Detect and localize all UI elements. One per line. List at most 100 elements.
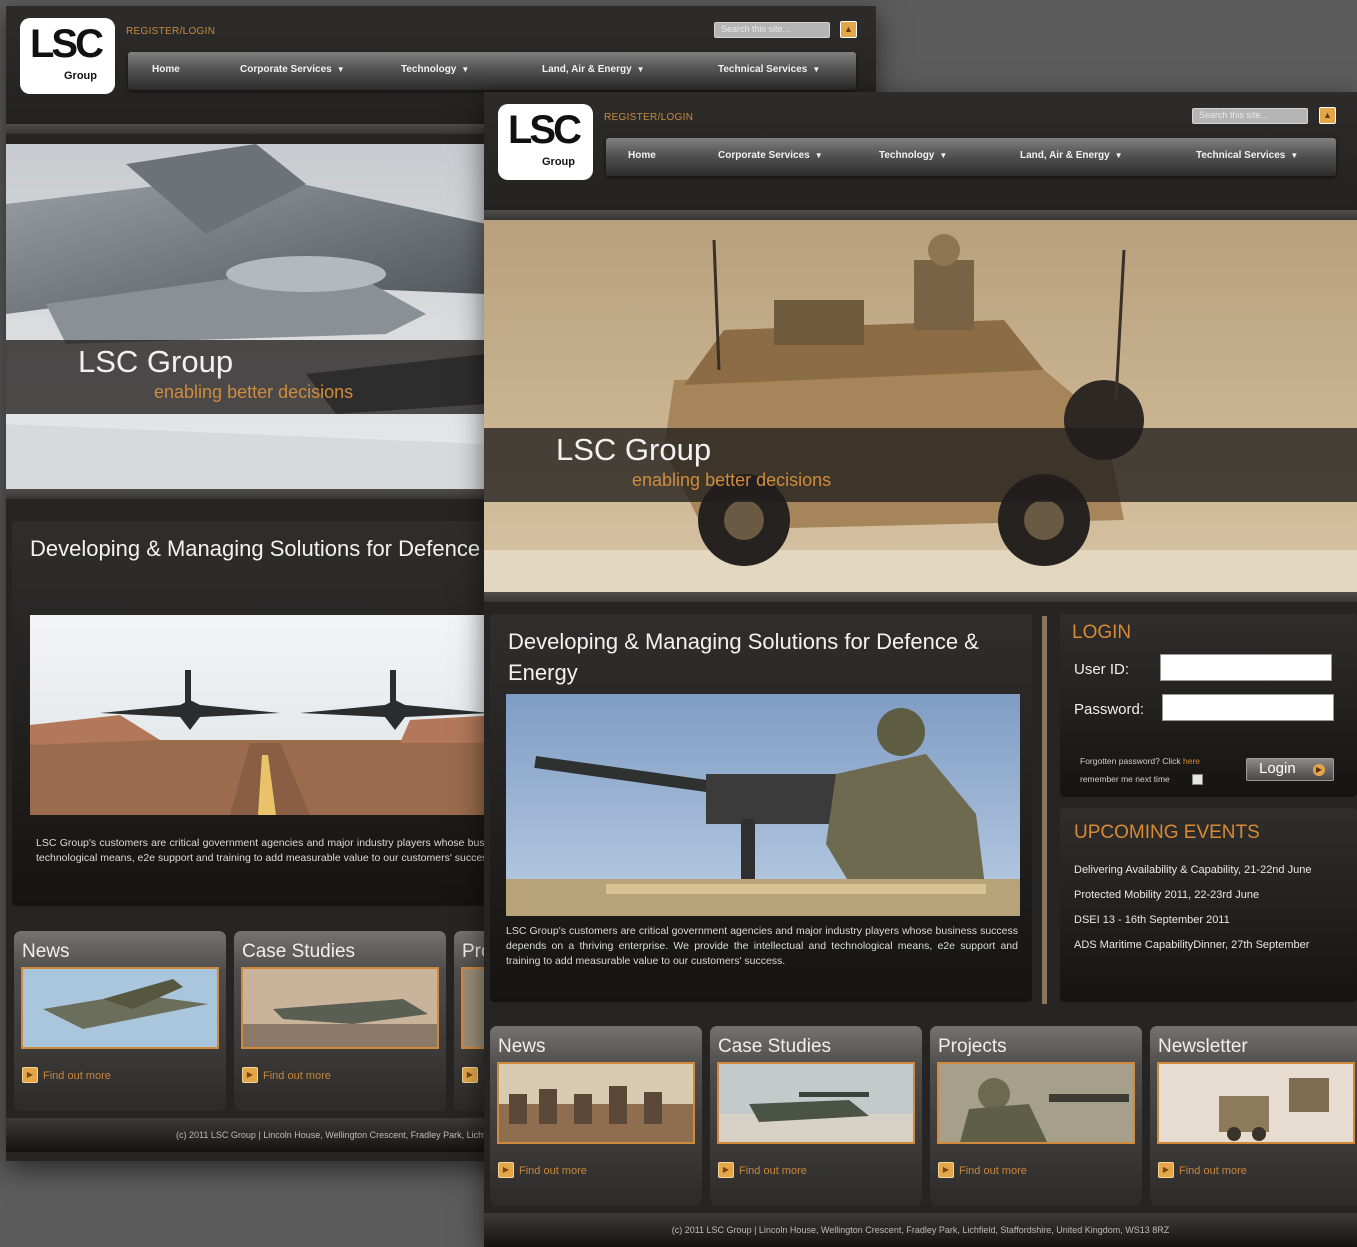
logo-text: LSC <box>30 22 104 66</box>
remember-me-checkbox[interactable] <box>1192 774 1203 785</box>
card-title: Newsletter <box>1158 1036 1248 1057</box>
card-case-studies[interactable]: Case Studies ▶ Find out more <box>710 1026 922 1206</box>
card-case-studies[interactable]: Case Studies ▶ Find out more <box>234 931 446 1111</box>
nav-land-air-energy[interactable]: Land, Air & Energy ▼ <box>1020 150 1123 161</box>
card-title: News <box>22 941 70 962</box>
footer-text: (c) 2011 LSC Group | Lincoln House, Well… <box>671 1225 1170 1235</box>
arrow-icon: ▶ <box>498 1162 514 1178</box>
hero-banner: LSC Group enabling better decisions <box>484 220 1357 592</box>
find-out-more-link[interactable]: Find out more <box>519 1165 587 1177</box>
event-item[interactable]: DSEI 13 - 16th September 2011 <box>1074 914 1230 926</box>
divider <box>484 210 1357 220</box>
nav-land-air-label: Land, Air & Energy <box>542 64 632 75</box>
search-input[interactable]: Search this site... <box>1192 108 1308 124</box>
nav-technology[interactable]: Technology ▼ <box>879 150 947 161</box>
search-icon[interactable]: ▲ <box>840 21 857 38</box>
hero-tagline: enabling better decisions <box>154 382 354 402</box>
find-out-more-link[interactable]: Find out more <box>739 1165 807 1177</box>
nav-technical-services[interactable]: Technical Services ▼ <box>1196 150 1298 161</box>
lsc-logo[interactable]: LSC Group <box>498 104 593 180</box>
card-title: Projects <box>938 1036 1007 1057</box>
site-header: LSC Group REGISTER/LOGIN Search this sit… <box>484 92 1357 210</box>
login-panel: LOGIN User ID: Password: Forgotten passw… <box>1060 614 1357 797</box>
card-image <box>21 967 219 1049</box>
nav-land-air-energy[interactable]: Land, Air & Energy ▼ <box>542 64 645 75</box>
intro-soldier-image <box>506 694 1020 916</box>
nav-corporate-label: Corporate Services <box>718 150 810 161</box>
arrow-icon: ▶ <box>1158 1162 1174 1178</box>
find-out-more-link[interactable]: Find out more <box>43 1070 111 1082</box>
events-title: UPCOMING EVENTS <box>1074 822 1260 843</box>
nav-land-air-label: Land, Air & Energy <box>1020 150 1110 161</box>
hero-title: LSC Group <box>556 432 712 467</box>
arrow-icon: ▶ <box>718 1162 734 1178</box>
chevron-down-icon: ▼ <box>636 65 645 74</box>
hero-vehicle-image <box>484 220 1357 592</box>
card-newsletter[interactable]: Newsletter ▶ Find out more <box>1150 1026 1357 1206</box>
event-item[interactable]: Protected Mobility 2011, 22-23rd June <box>1074 889 1259 901</box>
card-projects[interactable]: Projects ▶ Find out more <box>930 1026 1142 1206</box>
arrow-icon: ▶ <box>462 1067 478 1083</box>
forgotten-password-text: Forgotten password? Click here <box>1080 756 1200 766</box>
nav-home-label: Home <box>152 64 180 75</box>
register-login-link[interactable]: REGISTER/LOGIN <box>604 112 693 123</box>
card-image <box>717 1062 915 1144</box>
arrow-icon: ▶ <box>22 1067 38 1083</box>
chevron-down-icon: ▼ <box>1114 151 1123 160</box>
forgotten-here-link[interactable]: here <box>1183 756 1200 766</box>
login-button[interactable]: Login ▶ <box>1246 758 1334 781</box>
nav-corporate-label: Corporate Services <box>240 64 332 75</box>
hero-title: LSC Group <box>78 344 234 379</box>
card-image <box>241 967 439 1049</box>
card-title: Case Studies <box>718 1036 832 1057</box>
card-title: Case Studies <box>242 941 356 962</box>
main-nav: Home Corporate Services ▼ Technology ▼ Lan… <box>128 52 856 90</box>
logo-subtext: Group <box>542 156 575 168</box>
find-out-more-link[interactable]: Find out more <box>1179 1165 1247 1177</box>
nav-corporate-services[interactable]: Corporate Services ▼ <box>718 150 823 161</box>
arrow-icon: ▶ <box>938 1162 954 1178</box>
search-icon[interactable]: ▲ <box>1319 107 1336 124</box>
event-item[interactable]: Delivering Availability & Capability, 21… <box>1074 864 1311 876</box>
find-out-more-link[interactable]: Find out more <box>959 1165 1027 1177</box>
go-arrow-icon: ▶ <box>1313 764 1325 776</box>
intro-text: LSC Group's customers are critical gover… <box>506 925 1018 967</box>
intro-panel: Developing & Managing Solutions for Defe… <box>490 614 1032 1002</box>
hero-tagline: enabling better decisions <box>632 470 832 490</box>
nav-home-label: Home <box>628 150 656 161</box>
user-id-input[interactable] <box>1160 654 1332 681</box>
nav-technical-label: Technical Services <box>718 64 808 75</box>
arrow-icon: ▶ <box>242 1067 258 1083</box>
logo-subtext: Group <box>64 70 97 82</box>
search-input[interactable]: Search this site... <box>714 22 830 38</box>
front-page-screenshot: LSC Group REGISTER/LOGIN Search this sit… <box>484 92 1357 1247</box>
forgotten-label: Forgotten password? Click <box>1080 756 1181 766</box>
chevron-down-icon: ▼ <box>939 151 948 160</box>
card-image <box>1157 1062 1355 1144</box>
remember-me-label: remember me next time <box>1080 774 1170 784</box>
find-out-more-link[interactable]: Find out more <box>263 1070 331 1082</box>
nav-home[interactable]: Home <box>628 150 656 161</box>
event-item[interactable]: ADS Maritime CapabilityDinner, 27th Sept… <box>1074 939 1309 951</box>
vertical-divider <box>1042 616 1047 1004</box>
register-login-link[interactable]: REGISTER/LOGIN <box>126 26 215 37</box>
nav-technical-services[interactable]: Technical Services ▼ <box>718 64 820 75</box>
nav-technology[interactable]: Technology ▼ <box>401 64 469 75</box>
card-news[interactable]: News ▶ Find out more <box>490 1026 702 1206</box>
chevron-down-icon: ▼ <box>812 65 821 74</box>
card-image <box>937 1062 1135 1144</box>
card-news[interactable]: News ▶ Find out more <box>14 931 226 1111</box>
nav-corporate-services[interactable]: Corporate Services ▼ <box>240 64 345 75</box>
lsc-logo[interactable]: LSC Group <box>20 18 115 94</box>
chevron-down-icon: ▼ <box>461 65 470 74</box>
nav-home[interactable]: Home <box>152 64 180 75</box>
login-button-label: Login <box>1259 760 1296 777</box>
password-input[interactable] <box>1162 694 1334 721</box>
nav-technology-label: Technology <box>401 64 457 75</box>
logo-text: LSC <box>508 108 582 152</box>
password-label: Password: <box>1074 701 1145 718</box>
nav-technology-label: Technology <box>879 150 935 161</box>
card-title: News <box>498 1036 546 1057</box>
upcoming-events-panel: UPCOMING EVENTS Delivering Availability … <box>1060 808 1357 1002</box>
login-title: LOGIN <box>1072 622 1132 643</box>
